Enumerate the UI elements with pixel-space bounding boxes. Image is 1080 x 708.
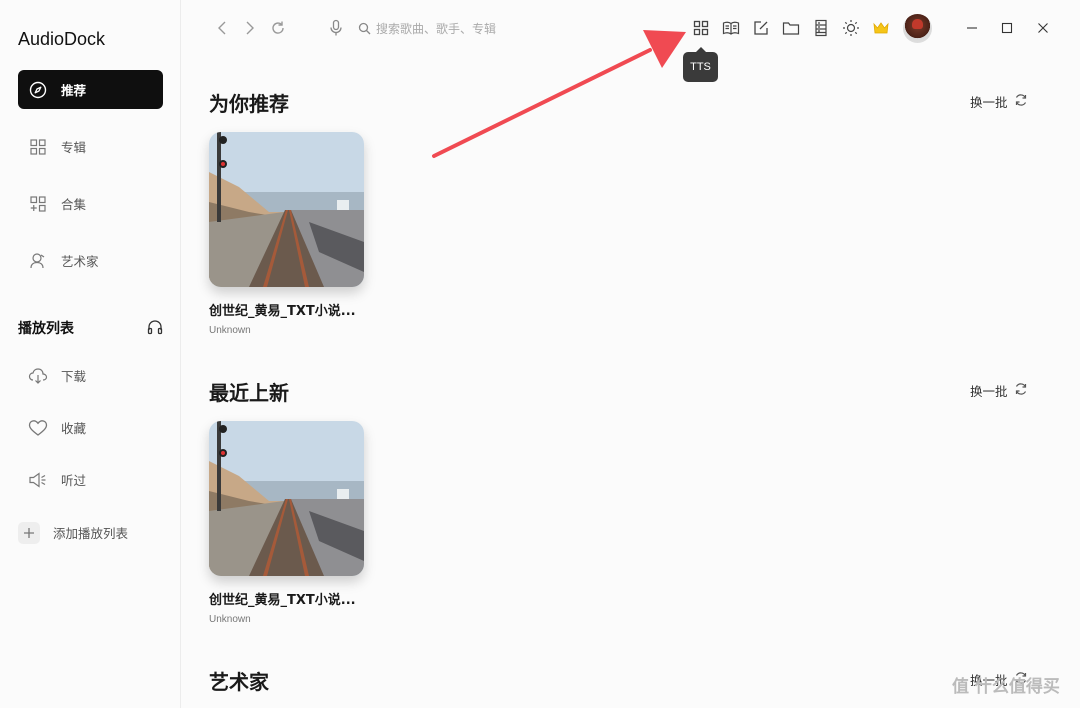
nav-artists-label: 艺术家 <box>61 254 99 269</box>
playlist-download[interactable]: 下载 <box>18 356 163 395</box>
headphones-icon[interactable] <box>146 318 164 336</box>
list-icon[interactable] <box>811 18 831 38</box>
nav-albums-label: 专辑 <box>61 140 87 155</box>
compass-icon <box>28 80 48 100</box>
album-cover[interactable] <box>209 421 364 576</box>
refresh-new-button[interactable]: 换一批 <box>970 381 1028 400</box>
book-icon[interactable] <box>721 18 741 38</box>
album-card[interactable]: 创世纪_黄易_TXT小说... Unknown <box>209 421 364 625</box>
app-window: AudioDock 推荐 专辑 合集 艺术家 播放列表 下载 收藏 听过 添加播… <box>0 0 1080 708</box>
album-card[interactable]: 创世纪_黄易_TXT小说... Unknown <box>209 132 364 336</box>
refresh-new-label: 换一批 <box>970 384 1008 399</box>
collection-icon <box>28 194 48 214</box>
sidebar: AudioDock 推荐 专辑 合集 艺术家 播放列表 下载 收藏 听过 添加播… <box>0 0 181 708</box>
section-new-title: 最近上新 <box>209 381 289 405</box>
watermark: 值 什么值得买 <box>952 677 1060 697</box>
mic-icon[interactable] <box>326 18 346 38</box>
nav-recommend[interactable]: 推荐 <box>18 70 163 109</box>
search-input[interactable]: 搜索歌曲、歌手、专辑 <box>376 20 496 37</box>
edit-icon[interactable] <box>751 18 771 38</box>
sun-icon[interactable] <box>841 18 861 38</box>
maximize-icon[interactable] <box>997 18 1017 38</box>
album-title: 创世纪_黄易_TXT小说... <box>209 304 356 319</box>
playlist-section-title: 播放列表 <box>18 321 74 337</box>
forward-icon[interactable] <box>240 18 260 38</box>
nav-recommend-label: 推荐 <box>61 83 87 98</box>
playlist-download-label: 下载 <box>61 369 87 384</box>
avatar[interactable] <box>903 14 932 43</box>
grid-icon <box>28 137 48 157</box>
section-artists-title: 艺术家 <box>209 670 269 694</box>
heart-icon <box>28 418 48 438</box>
back-icon[interactable] <box>212 18 232 38</box>
minimize-icon[interactable] <box>962 18 982 38</box>
nav-collections[interactable]: 合集 <box>18 184 163 223</box>
album-title: 创世纪_黄易_TXT小说... <box>209 593 356 608</box>
crown-icon[interactable] <box>871 18 891 38</box>
refresh-icon <box>1014 382 1028 399</box>
nav-albums[interactable]: 专辑 <box>18 127 163 166</box>
album-cover[interactable] <box>209 132 364 287</box>
playlist-favorites-label: 收藏 <box>61 421 87 436</box>
refresh-recommend-label: 换一批 <box>970 95 1008 110</box>
folder-icon[interactable] <box>781 18 801 38</box>
tts-icon[interactable] <box>691 18 711 38</box>
plus-icon <box>18 521 40 544</box>
artist-icon <box>28 251 48 271</box>
playlist-history[interactable]: 听过 <box>18 460 163 499</box>
album-artist: Unknown <box>209 325 251 336</box>
download-icon <box>28 366 48 386</box>
section-recommend-title: 为你推荐 <box>209 92 289 116</box>
nav-collections-label: 合集 <box>61 197 87 212</box>
refresh-icon <box>1014 93 1028 110</box>
add-playlist-label: 添加播放列表 <box>53 526 129 541</box>
add-playlist-button[interactable]: 添加播放列表 <box>18 513 163 552</box>
nav-artists[interactable]: 艺术家 <box>18 241 163 280</box>
album-artist: Unknown <box>209 614 251 625</box>
tts-tooltip: TTS <box>683 47 718 82</box>
close-icon[interactable] <box>1033 18 1053 38</box>
playlist-favorites[interactable]: 收藏 <box>18 408 163 447</box>
refresh-recommend-button[interactable]: 换一批 <box>970 92 1028 111</box>
playlist-history-label: 听过 <box>61 473 87 488</box>
app-name: AudioDock <box>18 29 106 49</box>
speaker-icon <box>28 470 48 490</box>
reload-icon[interactable] <box>268 18 288 38</box>
search-icon[interactable] <box>356 18 372 38</box>
